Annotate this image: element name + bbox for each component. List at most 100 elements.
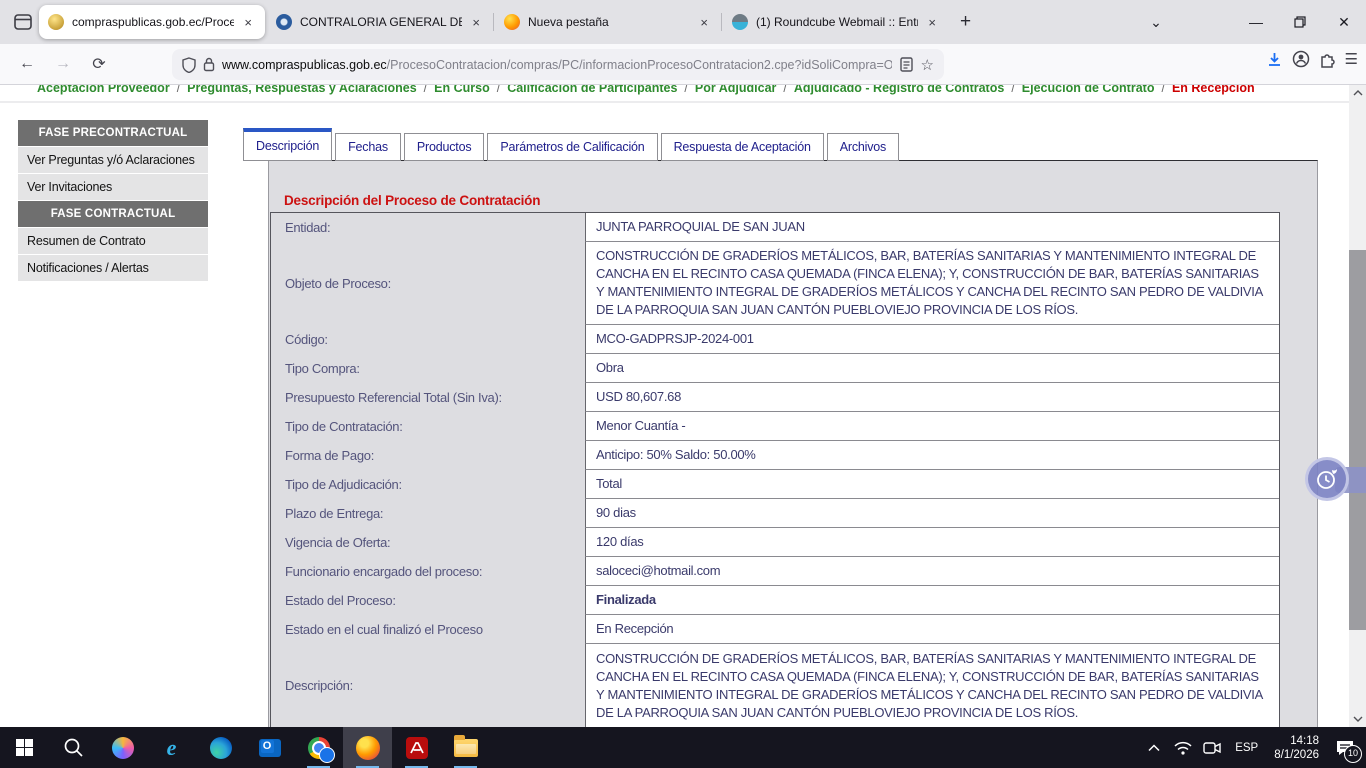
browser-tab-roundcube[interactable]: (1) Roundcube Webmail :: Entra ×	[723, 5, 949, 39]
row-label: Presupuesto Referencial Total (Sin Iva):	[271, 383, 585, 412]
row-label: Código:	[271, 325, 585, 354]
menu-icon[interactable]: ☰	[1345, 50, 1358, 68]
taskbar-explorer-button[interactable]	[441, 727, 490, 768]
sidebar: FASE PRECONTRACTUAL Ver Preguntas y/ó Ac…	[18, 120, 208, 282]
tab-productos[interactable]: Productos	[404, 133, 484, 161]
firefox-favicon	[504, 14, 520, 30]
url-text: www.compraspublicas.gob.ec/ProcesoContra…	[222, 58, 892, 72]
compraspublicas-favicon	[48, 14, 64, 30]
taskbar-copilot-button[interactable]	[98, 727, 147, 768]
tracking-shield-icon[interactable]	[182, 57, 196, 73]
tab-parametros-calificacion[interactable]: Parámetros de Calificación	[487, 133, 657, 161]
list-all-tabs-icon[interactable]: ⌄	[1134, 0, 1178, 44]
tab-close-icon[interactable]: ×	[924, 14, 940, 31]
close-window-button[interactable]: ✕	[1322, 0, 1366, 44]
taskbar-chrome-button[interactable]	[294, 727, 343, 768]
back-icon[interactable]: ←	[12, 50, 42, 78]
system-tray: ESP 14:18 8/1/2026 10	[1143, 733, 1366, 763]
forward-icon[interactable]: →	[48, 50, 78, 78]
downloads-icon[interactable]	[1266, 51, 1283, 68]
notification-center-button[interactable]: 10	[1330, 733, 1360, 763]
sidebar-header-fase-precontractual: FASE PRECONTRACTUAL	[18, 120, 208, 146]
browser-tab-compraspublicas[interactable]: compraspublicas.gob.ec/Proces ×	[39, 5, 265, 39]
tab-close-icon[interactable]: ×	[240, 14, 256, 31]
row-label: Entidad:	[271, 213, 585, 242]
bookmark-star-icon[interactable]: ☆	[921, 56, 934, 74]
sidebar-item-ver-preguntas[interactable]: Ver Preguntas y/ó Aclaraciones	[18, 147, 208, 173]
sidebar-item-ver-invitaciones[interactable]: Ver Invitaciones	[18, 174, 208, 200]
taskbar-firefox-button[interactable]	[343, 727, 392, 768]
taskbar-time: 14:18	[1274, 734, 1319, 748]
breadcrumb-separator: /	[1011, 85, 1014, 95]
tab-respuesta-aceptacion[interactable]: Respuesta de Aceptación	[661, 133, 824, 161]
acrobat-icon	[406, 737, 428, 759]
breadcrumb-item[interactable]: En Curso	[434, 85, 490, 95]
edge-icon	[210, 737, 232, 759]
account-icon[interactable]	[1292, 50, 1310, 68]
tab-title: (1) Roundcube Webmail :: Entra	[756, 15, 918, 29]
taskbar-ie-button[interactable]: e	[147, 727, 196, 768]
vertical-scrollbar[interactable]	[1349, 85, 1366, 727]
breadcrumb-separator: /	[424, 85, 427, 95]
firefox-view-icon[interactable]	[8, 8, 38, 36]
breadcrumb-item[interactable]: Adjudicado - Registro de Contratos	[794, 85, 1004, 95]
row-label: Estado del Proceso:	[271, 586, 585, 615]
scroll-up-icon[interactable]	[1349, 85, 1366, 101]
table-row-tipo-compra: Tipo Compra: Obra	[271, 354, 1279, 383]
start-button[interactable]	[0, 727, 49, 768]
breadcrumb-item[interactable]: Preguntas, Respuestas y Aclaraciones	[187, 85, 417, 95]
row-value: Obra	[585, 354, 1279, 383]
tab-close-icon[interactable]: ×	[468, 14, 484, 31]
meet-now-icon[interactable]	[1201, 733, 1223, 763]
refresh-icon[interactable]: ⟳	[84, 50, 114, 78]
tab-title: Nueva pestaña	[528, 15, 690, 29]
minimize-button[interactable]: —	[1234, 0, 1278, 44]
breadcrumb-item[interactable]: Calificación de Participantes	[507, 85, 677, 95]
tray-chevron-up-icon[interactable]	[1143, 733, 1165, 763]
row-value: Anticipo: 50% Saldo: 50.00%	[585, 441, 1279, 470]
windows-logo-icon	[16, 739, 33, 756]
taskbar-date: 8/1/2026	[1274, 748, 1319, 762]
row-label: Descripción:	[271, 644, 585, 727]
taskbar: e ESP 14:18 8/1/2026	[0, 727, 1366, 768]
tab-close-icon[interactable]: ×	[696, 14, 712, 31]
language-indicator[interactable]: ESP	[1230, 742, 1263, 754]
screen: compraspublicas.gob.ec/Proces × CONTRALO…	[0, 0, 1366, 768]
row-value: CONSTRUCCIÓN DE GRADERÍOS METÁLICOS, BAR…	[585, 242, 1279, 325]
lock-icon[interactable]	[203, 57, 215, 72]
restore-button[interactable]	[1278, 0, 1322, 44]
browser-tab-contraloria[interactable]: CONTRALORIA GENERAL DEL ES ×	[267, 5, 493, 39]
breadcrumb-item[interactable]: Aceptación Proveedor	[37, 85, 170, 95]
taskbar-acrobat-button[interactable]	[392, 727, 441, 768]
extensions-icon[interactable]	[1319, 51, 1336, 68]
row-label: Forma de Pago:	[271, 441, 585, 470]
url-bar[interactable]: www.compraspublicas.gob.ec/ProcesoContra…	[172, 49, 944, 80]
sidebar-item-notificaciones[interactable]: Notificaciones / Alertas	[18, 255, 208, 281]
notification-count-badge: 10	[1344, 745, 1362, 763]
taskbar-clock[interactable]: 14:18 8/1/2026	[1270, 734, 1323, 762]
scroll-down-icon[interactable]	[1349, 711, 1366, 727]
taskbar-search-button[interactable]	[49, 727, 98, 768]
tab-descripcion[interactable]: Descripción	[243, 128, 332, 161]
taskbar-edge-button[interactable]	[196, 727, 245, 768]
table-row-funcionario: Funcionario encargado del proceso: saloc…	[271, 557, 1279, 586]
table-row-estado-proceso: Estado del Proceso: Finalizada	[271, 586, 1279, 615]
table-row-descripcion: Descripción: CONSTRUCCIÓN DE GRADERÍOS M…	[271, 644, 1279, 727]
row-value: CONSTRUCCIÓN DE GRADERÍOS METÁLICOS, BAR…	[585, 644, 1279, 727]
new-tab-button[interactable]: +	[950, 9, 981, 35]
taskbar-outlook-button[interactable]	[245, 727, 294, 768]
breadcrumb-item[interactable]: Ejecución de Contrato	[1022, 85, 1155, 95]
tab-fechas[interactable]: Fechas	[335, 133, 401, 161]
scrollbar-thumb[interactable]	[1349, 250, 1366, 630]
firefox-icon	[356, 736, 380, 760]
floating-timer-widget[interactable]	[1305, 457, 1366, 503]
browser-tab-nueva-pestana[interactable]: Nueva pestaña ×	[495, 5, 721, 39]
clock-flame-icon[interactable]	[1305, 457, 1349, 501]
tab-archivos[interactable]: Archivos	[827, 133, 899, 161]
row-label: Estado en el cual finalizó el Proceso	[271, 615, 585, 644]
sidebar-item-resumen-contrato[interactable]: Resumen de Contrato	[18, 228, 208, 254]
contraloria-favicon	[276, 14, 292, 30]
wifi-icon[interactable]	[1172, 733, 1194, 763]
reader-mode-icon[interactable]	[900, 57, 913, 72]
breadcrumb-item[interactable]: Por Adjudicar	[695, 85, 777, 95]
